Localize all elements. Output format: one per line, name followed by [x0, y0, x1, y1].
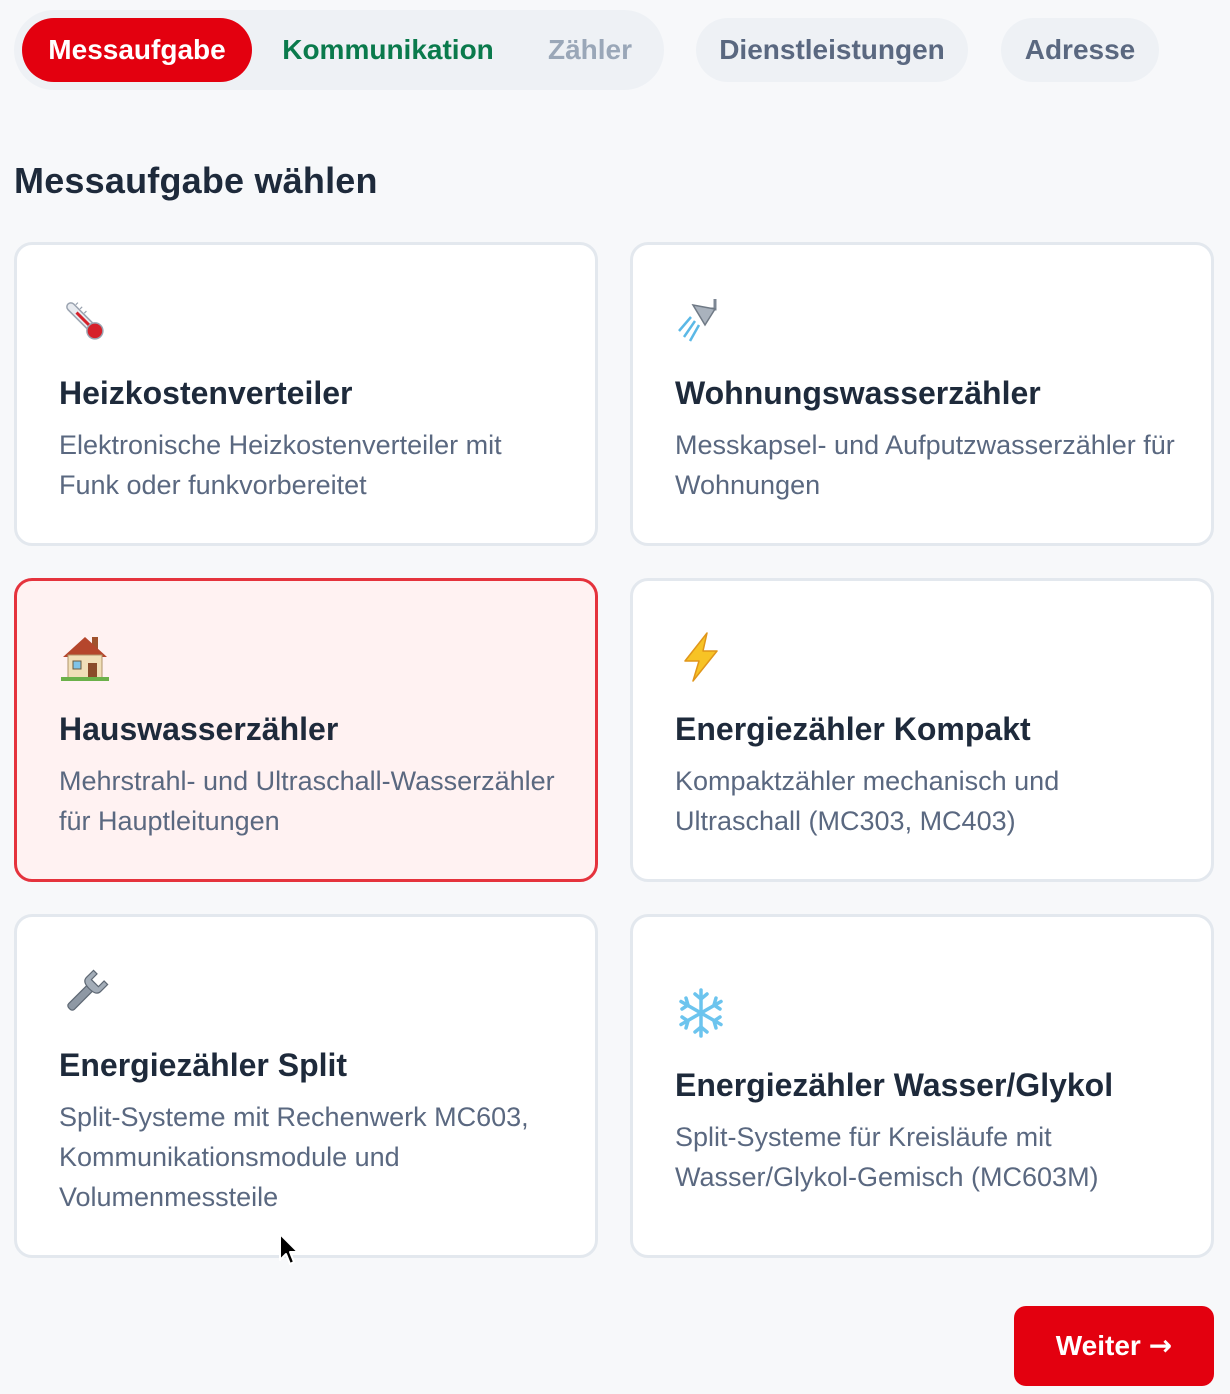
- arrow-right-icon: →: [1148, 1329, 1173, 1362]
- card-wohnungswasserzaehler[interactable]: Wohnungswasserzähler Messkapsel- und Auf…: [630, 242, 1214, 546]
- house-icon: [61, 637, 109, 681]
- snowflake-icon: [679, 988, 723, 1038]
- tab-messaufgabe[interactable]: Messaufgabe: [22, 18, 252, 82]
- tab-kommunikation[interactable]: Kommunikation: [270, 18, 506, 82]
- card-energiezaehler-kompakt[interactable]: Energiezähler Kompakt Kompaktzähler mech…: [630, 578, 1214, 882]
- card-title: Energiezähler Wasser/Glykol: [675, 1067, 1114, 1103]
- card-description: Elektronische Heizkostenverteiler mit Fu…: [59, 430, 502, 500]
- card-heizkostenverteiler[interactable]: Heizkostenverteiler Elektronische Heizko…: [14, 242, 598, 546]
- page: Messaufgabe Kommunikation Zähler Dienstl…: [0, 0, 1230, 1394]
- lightning-icon: [684, 632, 718, 682]
- step-tabs: Messaufgabe Kommunikation Zähler Dienstl…: [0, 0, 1230, 100]
- card-title: Heizkostenverteiler: [59, 375, 353, 411]
- card-description: Split-Systeme mit Rechenwerk MC603, Komm…: [59, 1102, 529, 1212]
- section-title: Messaufgabe wählen: [14, 160, 378, 201]
- card-description: Kompaktzähler mechanisch und Ultraschall…: [675, 766, 1060, 836]
- next-button-label: Weiter: [1055, 1330, 1141, 1361]
- tab-adresse[interactable]: Adresse: [1001, 18, 1159, 82]
- card-title: Wohnungswasserzähler: [675, 375, 1041, 411]
- tab-dienstleistungen[interactable]: Dienstleistungen: [696, 18, 968, 82]
- next-button[interactable]: Weiter →: [1014, 1306, 1214, 1386]
- mouse-cursor-icon: [279, 1233, 299, 1265]
- shower-icon: [678, 299, 717, 342]
- card-energiezaehler-split[interactable]: Energiezähler Split Split-Systeme mit Re…: [14, 914, 598, 1258]
- card-description: Split-Systeme für Kreisläufe mit Wasser/…: [675, 1122, 1099, 1192]
- card-title: Energiezähler Split: [59, 1047, 348, 1083]
- card-hauswasserzaehler[interactable]: Hauswasserzähler Mehrstrahl- und Ultrasc…: [14, 578, 598, 882]
- thermometer-icon: [66, 302, 104, 340]
- card-description: Messkapsel- und Aufputzwasserzähler für …: [675, 430, 1175, 500]
- card-title: Energiezähler Kompakt: [675, 711, 1031, 747]
- wrench-icon: [67, 969, 109, 1011]
- tab-zaehler[interactable]: Zähler: [520, 18, 660, 82]
- card-description: Mehrstrahl- und Ultraschall-Wasserzähler…: [59, 766, 555, 836]
- card-energiezaehler-wasser-glykol[interactable]: Energiezähler Wasser/Glykol Split-System…: [630, 914, 1214, 1258]
- card-title: Hauswasserzähler: [59, 711, 339, 747]
